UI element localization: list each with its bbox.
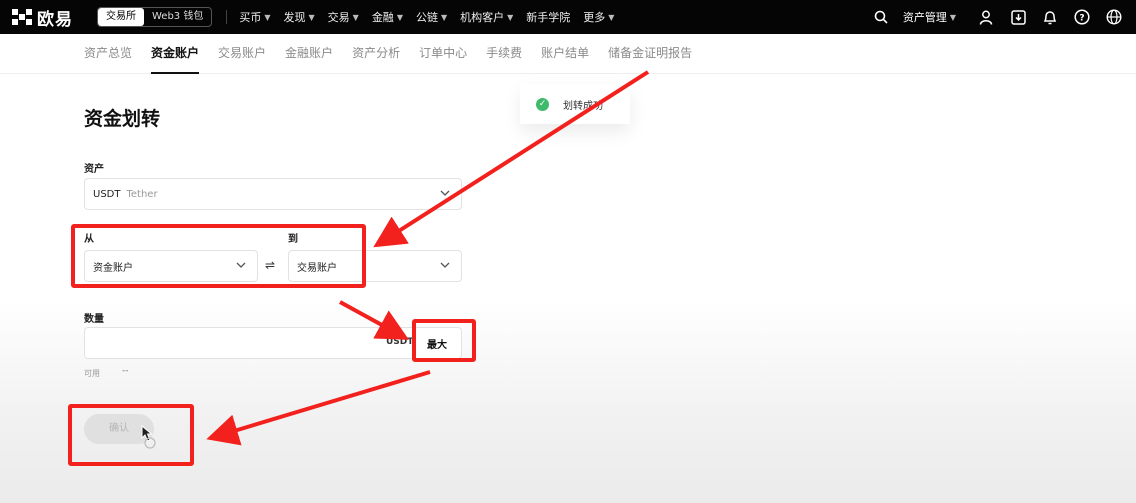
arrow-to-max bbox=[339, 300, 410, 340]
arrow-to-confirm bbox=[206, 370, 431, 446]
annotation-arrows bbox=[206, 70, 650, 446]
arrow-to-from-to bbox=[373, 70, 650, 248]
